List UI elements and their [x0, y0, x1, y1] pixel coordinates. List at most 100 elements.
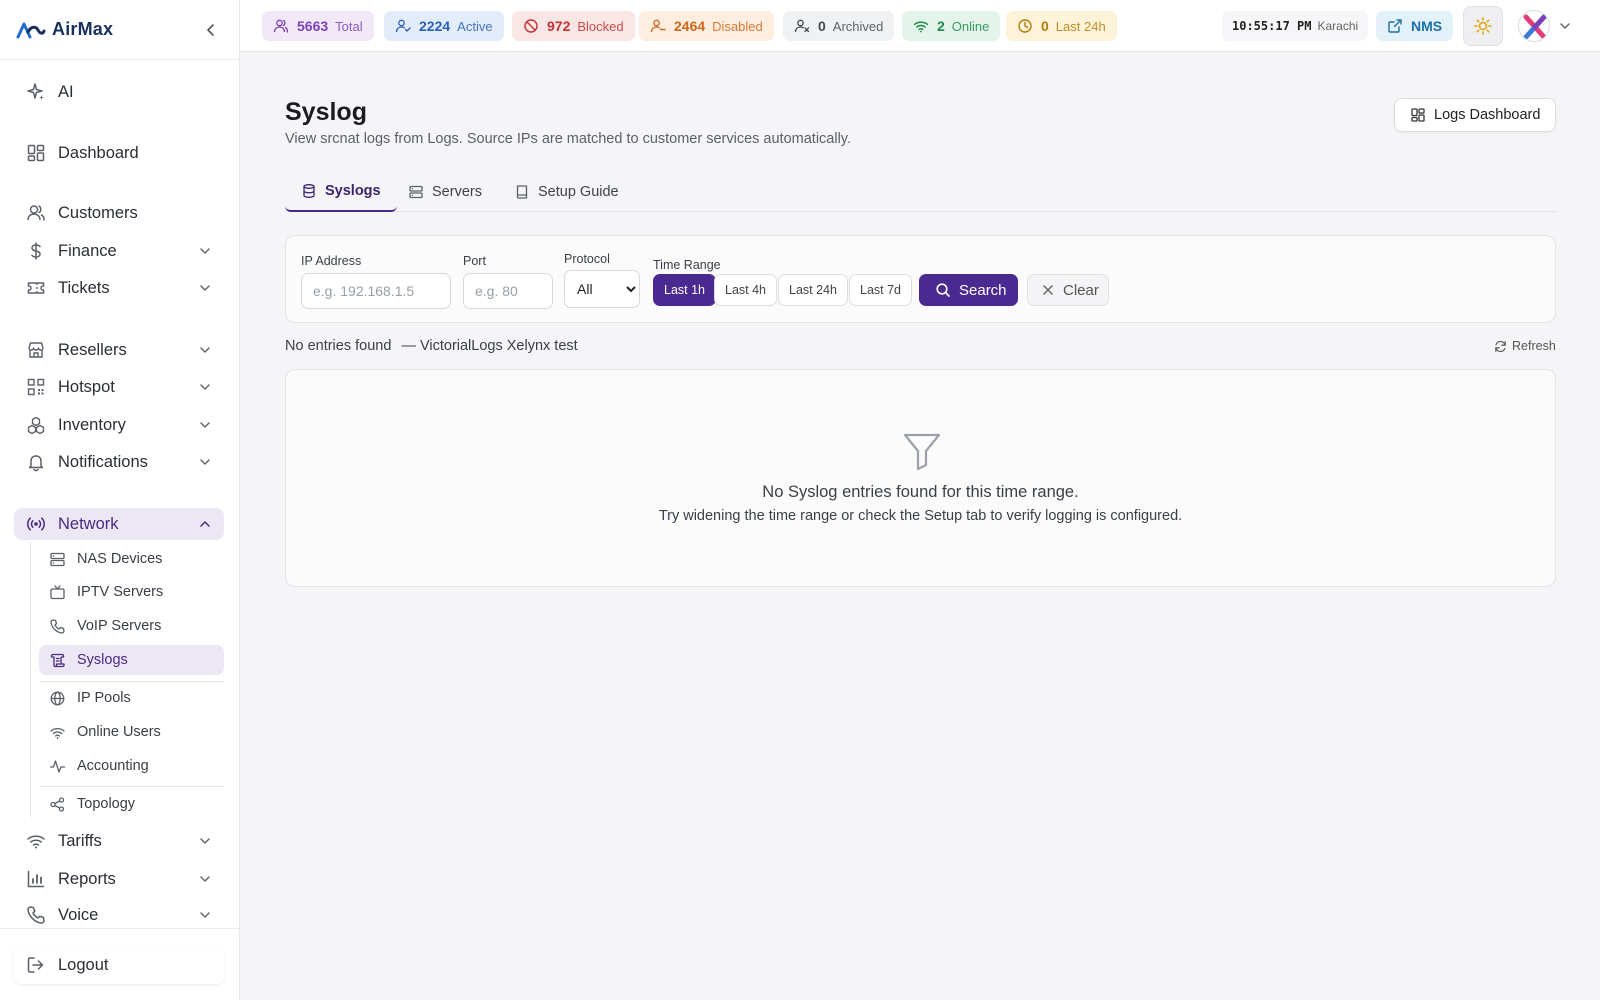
- phone-icon: [49, 618, 66, 635]
- chevron-down-icon: [200, 347, 210, 353]
- boxes-icon: [26, 415, 46, 435]
- refresh-button[interactable]: Refresh: [1494, 339, 1556, 353]
- sun-icon: [1473, 16, 1493, 36]
- sidebar-subitem-voip-servers[interactable]: VoIP Servers: [39, 611, 224, 641]
- sidebar-item-resellers[interactable]: Resellers: [14, 334, 224, 366]
- sidebar-item-tickets[interactable]: Tickets: [14, 272, 224, 304]
- empty-state-title: No Syslog entries found for this time ra…: [762, 483, 1079, 501]
- clock-time: 10:55:17 PM: [1232, 19, 1312, 33]
- theme-toggle-button[interactable]: [1463, 6, 1503, 46]
- tabs: Syslogs Servers Setup Guide: [285, 172, 1556, 212]
- sidebar-item-voice[interactable]: Voice: [14, 899, 224, 931]
- clear-button[interactable]: Clear: [1027, 274, 1109, 306]
- tv-icon: [49, 584, 66, 601]
- stat-label: Online: [951, 18, 990, 34]
- book-icon: [514, 184, 530, 200]
- sidebar-subitem-accounting[interactable]: Accounting: [39, 751, 224, 781]
- chevron-down-icon: [200, 838, 210, 844]
- time-range-last-7d[interactable]: Last 7d: [849, 274, 913, 306]
- filter-funnel-icon: [901, 430, 943, 472]
- qr-code-icon: [26, 377, 46, 397]
- sidebar-subitem-label: IPTV Servers: [77, 584, 164, 600]
- sidebar-item-label: Voice: [58, 905, 99, 924]
- sidebar-item-customers[interactable]: Customers: [14, 197, 224, 229]
- time-range-last-4h[interactable]: Last 4h: [714, 274, 778, 306]
- clock-timezone: Karachi: [1317, 19, 1359, 33]
- nms-button[interactable]: NMS: [1376, 11, 1454, 41]
- sidebar-subitem-label: VoIP Servers: [77, 618, 162, 634]
- stat-value: 972: [547, 18, 571, 34]
- external-link-icon: [1387, 18, 1403, 34]
- results-status: No entries found — VictorialLogs Xelynx …: [285, 338, 578, 354]
- sidebar-item-notifications[interactable]: Notifications: [14, 446, 224, 478]
- logout-button[interactable]: Logout: [14, 946, 224, 984]
- chevron-up-icon: [200, 521, 210, 527]
- search-button[interactable]: Search: [919, 274, 1018, 306]
- globe-icon: [49, 690, 66, 707]
- time-range-last-1h[interactable]: Last 1h: [653, 274, 717, 306]
- sidebar-item-label: Notifications: [58, 452, 148, 471]
- logout-label: Logout: [58, 955, 109, 974]
- clock: 10:55:17 PM Karachi: [1222, 11, 1369, 41]
- tab-label: Setup Guide: [538, 184, 619, 200]
- sidebar-subitem-syslogs[interactable]: Syslogs: [39, 645, 224, 675]
- dashboard-grid-icon: [1410, 107, 1426, 123]
- stat-online[interactable]: 2 Online: [902, 11, 1001, 41]
- tab-setup-guide[interactable]: Setup Guide: [498, 172, 635, 212]
- stat-label: Archived: [832, 18, 884, 34]
- tab-servers[interactable]: Servers: [392, 172, 498, 212]
- stat-value: 5663: [297, 18, 329, 34]
- database-icon: [301, 183, 317, 199]
- sidebar-item-dashboard[interactable]: Dashboard: [14, 137, 224, 169]
- stat-last-24h[interactable]: 0 Last 24h: [1006, 11, 1117, 41]
- sidebar-item-label: Customers: [58, 203, 138, 222]
- activity-icon: [49, 758, 66, 775]
- page-title: Syslog: [285, 98, 367, 126]
- sidebar-subitem-iptv-servers[interactable]: IPTV Servers: [39, 577, 224, 607]
- sidebar-footer: Logout: [0, 928, 239, 1000]
- bar-chart-icon: [26, 869, 46, 889]
- chevron-down-icon[interactable]: [1558, 19, 1572, 33]
- user-avatar[interactable]: [1518, 10, 1550, 42]
- refresh-icon: [1494, 340, 1507, 353]
- sidebar: AirMax AI Dashboard Customers Finance Ti…: [0, 0, 240, 1000]
- sidebar-subitem-topology[interactable]: Topology: [39, 789, 224, 819]
- sidebar-item-label: Inventory: [58, 415, 126, 434]
- broadcast-icon: [26, 514, 46, 534]
- time-range-last-24h[interactable]: Last 24h: [778, 274, 848, 306]
- stat-total[interactable]: 5663 Total: [262, 11, 374, 41]
- logs-dashboard-button[interactable]: Logs Dashboard: [1394, 98, 1556, 132]
- tab-syslogs[interactable]: Syslogs: [285, 172, 397, 212]
- sidebar-item-network[interactable]: Network: [14, 508, 224, 540]
- sidebar-collapse-button[interactable]: [199, 18, 223, 42]
- stat-disabled[interactable]: 2464 Disabled: [639, 11, 774, 41]
- sidebar-item-label: Resellers: [58, 340, 127, 359]
- ip-address-input[interactable]: [301, 273, 451, 309]
- empty-state-message: Try widening the time range or check the…: [658, 508, 1183, 524]
- dollar-icon: [26, 241, 46, 261]
- sidebar-subitem-ip-pools[interactable]: IP Pools: [39, 683, 224, 713]
- sidebar-item-tariffs[interactable]: Tariffs: [14, 825, 224, 857]
- sidebar-item-inventory[interactable]: Inventory: [14, 409, 224, 441]
- submenu-divider: [40, 786, 224, 787]
- user-minus-icon: [650, 18, 666, 34]
- protocol-select[interactable]: All: [564, 270, 640, 308]
- stat-active[interactable]: 2224 Active: [384, 11, 504, 41]
- results-source-text: — VictorialLogs Xelynx test: [401, 338, 578, 354]
- bell-icon: [26, 452, 46, 472]
- stat-archived[interactable]: 0 Archived: [783, 11, 895, 41]
- stat-label: Active: [457, 18, 493, 34]
- port-input[interactable]: [463, 273, 553, 309]
- sidebar-subitem-nas-devices[interactable]: NAS Devices: [39, 544, 224, 574]
- stat-blocked[interactable]: 972 Blocked: [512, 11, 635, 41]
- refresh-label: Refresh: [1512, 339, 1556, 353]
- sidebar-item-reports[interactable]: Reports: [14, 863, 224, 895]
- sidebar-item-hotspot[interactable]: Hotspot: [14, 371, 224, 403]
- submenu-divider: [40, 681, 224, 682]
- sidebar-item-finance[interactable]: Finance: [14, 235, 224, 267]
- stat-label: Blocked: [577, 18, 624, 34]
- chevron-down-icon: [200, 422, 210, 428]
- sidebar-item-ai[interactable]: AI: [14, 76, 224, 108]
- stat-value: 2: [937, 18, 945, 34]
- sidebar-subitem-online-users[interactable]: Online Users: [39, 717, 224, 747]
